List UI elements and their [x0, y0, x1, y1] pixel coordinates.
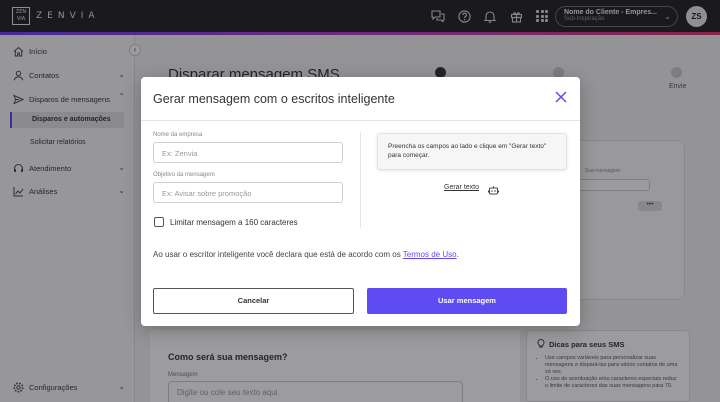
terms-link[interactable]: Termos de Uso [403, 250, 457, 259]
terms-text: Ao usar o escritor inteligente você decl… [153, 250, 459, 259]
generate-text-link[interactable]: Gerar texto [444, 184, 479, 191]
limit-checkbox[interactable] [154, 217, 164, 227]
modal-divider [141, 120, 580, 121]
limit-checkbox-label: Limitar mensagem a 160 caracteres [170, 217, 298, 227]
limit-checkbox-row[interactable]: Limitar mensagem a 160 caracteres [154, 217, 298, 227]
close-icon[interactable] [553, 89, 569, 105]
robot-icon[interactable] [488, 183, 499, 195]
company-input[interactable]: Ex: Zenvia [153, 142, 343, 163]
cancel-button[interactable]: Cancelar [153, 288, 354, 314]
company-label: Nome da empresa [153, 132, 203, 138]
hint-card: Preencha os campos ao lado e clique em "… [377, 133, 567, 170]
smart-writer-modal: Gerar mensagem com o escritos inteligent… [141, 77, 580, 326]
goal-label: Objetivo da mensagem [153, 172, 215, 178]
vertical-divider [360, 132, 361, 228]
modal-title: Gerar mensagem com o escritos inteligent… [153, 92, 395, 106]
use-message-button[interactable]: Usar mensagem [367, 288, 567, 314]
goal-input[interactable]: Ex: Avisar sobre promoção [153, 182, 343, 203]
